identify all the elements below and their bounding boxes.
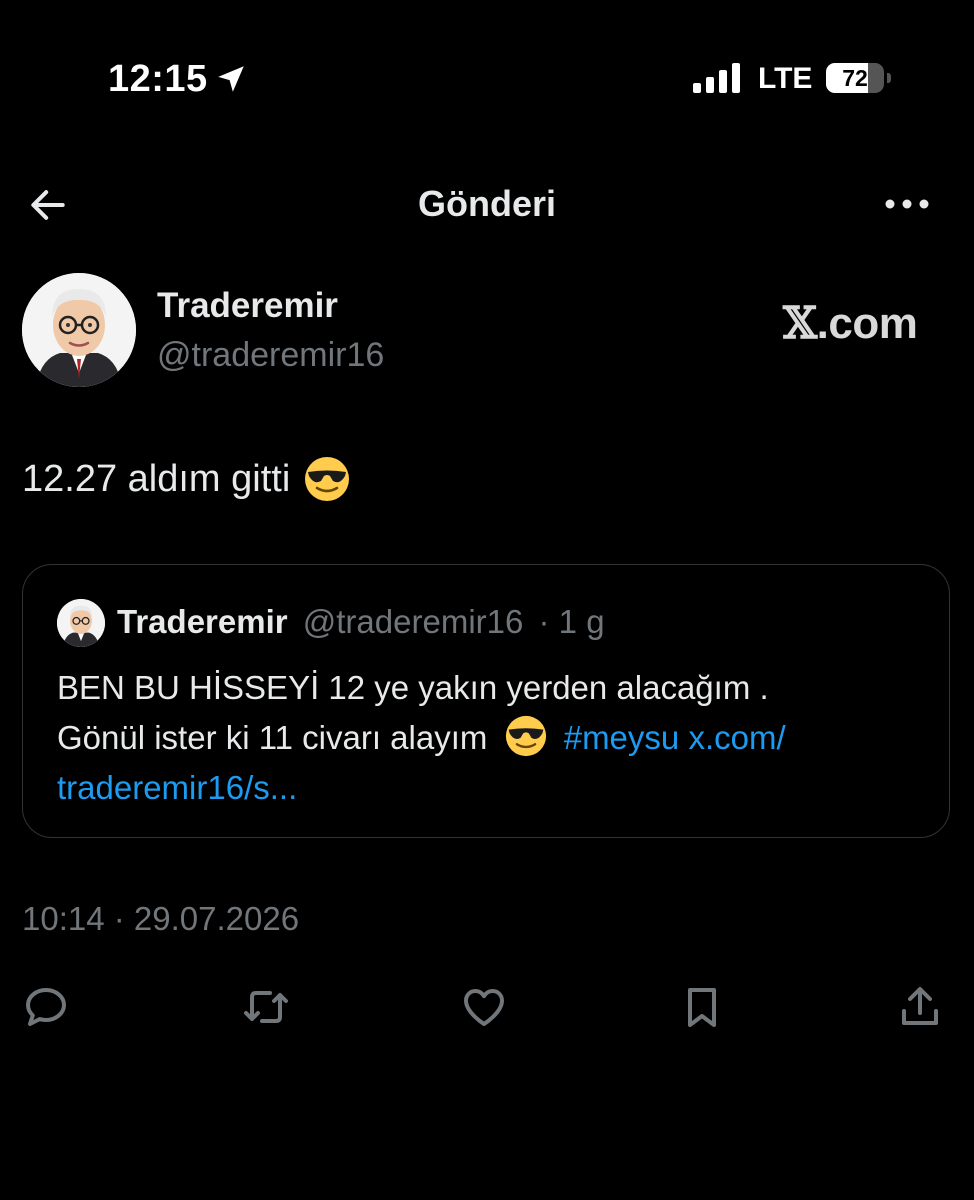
sunglasses-emoji-icon	[305, 457, 350, 501]
quoted-text-line1: BEN BU HİSSEYİ 12 ye yakın yerden alacağ…	[57, 669, 769, 706]
quoted-tweet-age: · 1 g	[538, 603, 605, 640]
x-domain-suffix: .com	[816, 299, 918, 348]
location-arrow-icon	[218, 66, 244, 92]
quoted-text-line2: Gönül ister ki 11 civarı alayım	[57, 719, 488, 756]
tweet-timestamp: 10:14 · 29.07.2026	[22, 900, 300, 937]
url-link-start[interactable]: x.com/	[688, 719, 785, 756]
x-logo-icon: 𝕏	[783, 298, 817, 349]
tweet-text: 12.27 aldım gitti	[22, 456, 350, 502]
x-com-watermark: 𝕏.com	[783, 298, 918, 349]
share-icon[interactable]	[896, 983, 944, 1031]
avatar-portrait-icon	[22, 273, 136, 387]
author-avatar[interactable]	[22, 273, 136, 387]
more-options-icon[interactable]	[882, 196, 932, 212]
like-icon[interactable]	[460, 983, 508, 1031]
sunglasses-emoji-icon	[505, 715, 546, 757]
network-type: LTE	[758, 62, 813, 95]
quoted-tweet-text: BEN BU HİSSEYİ 12 ye yakın yerden alacağ…	[57, 663, 927, 813]
quoted-tweet-header: Traderemir @traderemir16 · 1 g	[117, 603, 605, 641]
author-handle[interactable]: @traderemir16	[157, 336, 384, 375]
bookmark-icon[interactable]	[678, 983, 726, 1031]
author-name[interactable]: Traderemir	[157, 286, 338, 326]
cellular-signal-icon	[693, 63, 740, 93]
quoted-tweet[interactable]: Traderemir @traderemir16 · 1 g BEN BU Hİ…	[22, 564, 950, 838]
status-time: 12:15	[108, 58, 208, 100]
tweet-text-content: 12.27 aldım gitti	[22, 457, 291, 500]
url-link-end[interactable]: traderemir16/s...	[57, 769, 297, 806]
battery-nub	[887, 73, 891, 83]
status-bar: 12:15 LTE 72	[0, 0, 974, 160]
quoted-author-avatar	[57, 599, 105, 647]
quoted-author-handle: @traderemir16	[302, 603, 524, 640]
quoted-author-name: Traderemir	[117, 603, 288, 640]
retweet-icon[interactable]	[242, 983, 290, 1031]
avatar-portrait-icon	[57, 599, 105, 647]
battery-level: 72	[842, 65, 868, 91]
battery-icon: 72	[826, 63, 884, 93]
hashtag-link[interactable]: #meysu	[564, 719, 680, 756]
reply-icon[interactable]	[22, 983, 70, 1031]
page-title: Gönderi	[417, 183, 556, 224]
